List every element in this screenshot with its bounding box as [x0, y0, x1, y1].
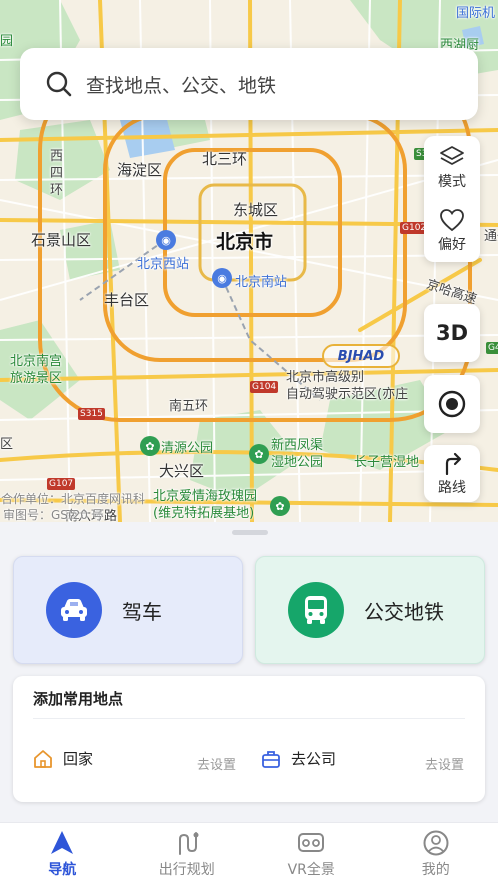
- bottom-sheet: 驾车 公交地铁 添加常用地点 回家 去设置 去公司 去设置: [0, 522, 498, 822]
- divider: [33, 718, 465, 719]
- locate-button[interactable]: [424, 375, 480, 433]
- map-label-airport: 国际机: [456, 6, 496, 21]
- bottom-nav: 导航 出行规划 VR全景 我的: [0, 822, 498, 887]
- vr-headset-icon: [298, 833, 325, 852]
- map-label-qu: 区: [0, 437, 14, 452]
- park-icon: ✿: [249, 444, 269, 464]
- map-label-tongzhou: 通州: [484, 229, 498, 244]
- map-mode-button[interactable]: 模式: [424, 136, 480, 199]
- nav-trip-planning[interactable]: 出行规划: [125, 823, 250, 887]
- nav-profile-label: 我的: [421, 862, 450, 878]
- sheet-drag-handle[interactable]: [232, 530, 268, 535]
- route-label: 路线: [438, 479, 466, 496]
- map-label-xisihuan: 西 四 环: [50, 149, 64, 198]
- map-label-rose: 北京爱情海玫瑰园 (维克特拓展基地): [153, 489, 258, 521]
- nav-vr-panorama[interactable]: VR全景: [249, 823, 374, 887]
- favorite-label: 偏好: [438, 236, 466, 253]
- map-label-qingyuan: 清源公园: [161, 441, 214, 456]
- road-tag-g107: G107: [47, 478, 76, 490]
- drive-mode-button[interactable]: 驾车: [13, 556, 243, 664]
- park-icon: ✿: [140, 436, 160, 456]
- map-label-daxing: 大兴区: [159, 462, 205, 480]
- map-label-nangong: 北京南宫 旅游景区: [10, 354, 63, 386]
- heart-icon: [440, 208, 464, 231]
- home-place-button[interactable]: 回家: [33, 748, 93, 769]
- map-label-autopilot: 北京市高级别 自动驾驶示范区(亦庄: [286, 370, 409, 402]
- home-icon: [34, 749, 52, 768]
- search-bar[interactable]: 查找地点、公交、地铁: [20, 48, 478, 120]
- road-tag-g4: G4: [486, 342, 498, 354]
- layers-icon: [440, 145, 464, 165]
- transit-mode-button[interactable]: 公交地铁: [255, 556, 485, 664]
- park-icon: ✿: [270, 496, 290, 516]
- work-set-button[interactable]: 去设置: [425, 754, 464, 773]
- transit-mode-label: 公交地铁: [364, 599, 444, 624]
- map-mode-label: 模式: [438, 173, 466, 190]
- nav-navigation-label: 导航: [48, 862, 77, 878]
- search-icon: [46, 71, 72, 97]
- nav-vr-panorama-label: VR全景: [287, 862, 335, 878]
- favorite-button[interactable]: 偏好: [424, 199, 480, 262]
- work-place-button[interactable]: 去公司: [261, 748, 336, 769]
- car-icon: [46, 582, 102, 638]
- map-label-beijing-west: 北京西站: [137, 257, 190, 272]
- train-station-icon: ◉: [212, 268, 232, 288]
- three-d-button[interactable]: 3D: [424, 304, 480, 362]
- map-label-yuan: 园: [0, 34, 14, 49]
- home-label: 回家: [63, 750, 94, 768]
- nav-trip-planning-label: 出行规划: [158, 862, 215, 878]
- route-arrow-icon: [445, 452, 462, 475]
- drive-mode-label: 驾车: [122, 599, 162, 624]
- map-label-beisanhuan: 北三环: [202, 150, 248, 168]
- route-button[interactable]: 路线: [424, 445, 480, 502]
- road-tag-g104: G104: [250, 381, 279, 393]
- map-options-panel: 模式 偏好: [424, 136, 480, 262]
- map-label-haidian: 海淀区: [117, 161, 163, 179]
- navigation-arrow-icon: [51, 831, 74, 854]
- bjhad-logo: BJHAD: [322, 344, 400, 368]
- train-station-icon: ◉: [156, 230, 176, 250]
- common-places-card: 添加常用地点 回家 去设置 去公司 去设置: [13, 676, 485, 802]
- map-label-nanwuhuan: 南五环: [169, 399, 209, 414]
- map-label-beijing-south: 北京南站: [235, 275, 288, 290]
- map-label-beijing: 北京市: [216, 231, 274, 253]
- route-plan-icon: [178, 832, 199, 855]
- common-places-title: 添加常用地点: [33, 690, 124, 708]
- map-label-xinzhuang: 新西凤渠 湿地公园: [271, 438, 324, 470]
- map-label-shijingshan: 石景山区: [31, 231, 92, 249]
- work-label: 去公司: [291, 750, 337, 768]
- nav-profile[interactable]: 我的: [374, 823, 498, 887]
- map-label-fengtai: 丰台区: [104, 291, 150, 309]
- three-d-label: 3D: [435, 321, 469, 345]
- bus-icon: [288, 582, 344, 638]
- map-approval-number: 审图号：GS(20 号: [3, 508, 104, 522]
- nav-navigation[interactable]: 导航: [0, 823, 125, 887]
- briefcase-icon: [262, 750, 280, 768]
- home-set-button[interactable]: 去设置: [197, 754, 236, 773]
- road-tag-s315: S315: [78, 408, 105, 420]
- map-label-dongcheng: 东城区: [233, 201, 279, 219]
- map-copyright: 合作单位：北京百度网讯科: [1, 492, 146, 506]
- map-label-changziying: 长子营湿地: [354, 455, 420, 470]
- user-icon: [423, 830, 449, 856]
- search-placeholder: 查找地点、公交、地铁: [86, 74, 277, 97]
- locate-icon: [438, 390, 466, 418]
